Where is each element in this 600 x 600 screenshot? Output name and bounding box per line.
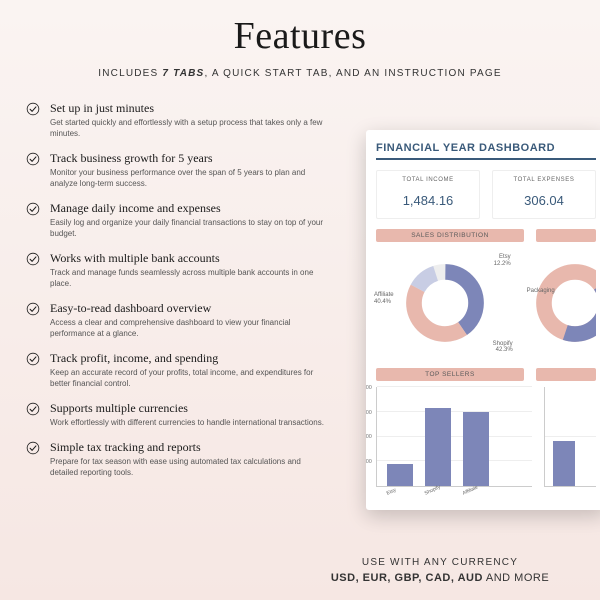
top-sellers-header: TOP SELLERS (376, 368, 524, 381)
list-item: Set up in just minutes Get started quick… (26, 101, 336, 140)
feature-desc: Work effortlessly with different currenc… (50, 418, 330, 429)
feature-title: Easy-to-read dashboard overview (50, 301, 336, 315)
metric-expenses: TOTAL EXPENSES 306.04 (492, 170, 596, 219)
list-item: Works with multiple bank accounts Track … (26, 251, 336, 290)
sales-distribution-header: SALES DISTRIBUTION (376, 229, 524, 242)
feature-desc: Monitor your business performance over t… (50, 168, 330, 190)
feature-title: Supports multiple currencies (50, 401, 336, 415)
feature-desc: Get started quickly and effortlessly wit… (50, 118, 330, 140)
dashboard-title: FINANCIAL YEAR DASHBOARD (376, 142, 596, 160)
check-icon (26, 441, 42, 455)
feature-desc: Access a clear and comprehensive dashboa… (50, 318, 330, 340)
feature-title: Track business growth for 5 years (50, 151, 336, 165)
feature-list: Set up in just minutes Get started quick… (26, 101, 336, 490)
feature-desc: Prepare for tax season with ease using a… (50, 457, 330, 479)
list-item: Simple tax tracking and reports Prepare … (26, 440, 336, 479)
list-item: Easy-to-read dashboard overview Access a… (26, 301, 336, 340)
check-icon (26, 352, 42, 366)
page-subtitle: INCLUDES 7 TABS, A QUICK START TAB, AND … (0, 68, 600, 79)
right-donut-chart: Packaging (527, 248, 596, 358)
feature-desc: Keep an accurate record of your profits,… (50, 368, 330, 390)
feature-desc: Track and manage funds seamlessly across… (50, 268, 330, 290)
check-icon (26, 102, 42, 116)
list-item: Manage daily income and expenses Easily … (26, 201, 336, 240)
page-title: Features (0, 0, 600, 58)
feature-title: Track profit, income, and spending (50, 351, 336, 365)
check-icon (26, 402, 42, 416)
feature-desc: Easily log and organize your daily finan… (50, 218, 330, 240)
check-icon (26, 152, 42, 166)
top-sellers-bar-chart: 800.00 600.00 400.00 200.00 Etsy Shopify… (376, 387, 532, 487)
list-item: Track business growth for 5 years Monito… (26, 151, 336, 190)
check-icon (26, 202, 42, 216)
feature-title: Works with multiple bank accounts (50, 251, 336, 265)
metric-income: TOTAL INCOME 1,484.16 (376, 170, 480, 219)
currency-footer: USE WITH ANY CURRENCY USD, EUR, GBP, CAD… (310, 557, 570, 584)
list-item: Track profit, income, and spending Keep … (26, 351, 336, 390)
right-bar-chart: 200.00 150.00 (544, 387, 597, 487)
check-icon (26, 252, 42, 266)
feature-title: Simple tax tracking and reports (50, 440, 336, 454)
list-item: Supports multiple currencies Work effort… (26, 401, 336, 429)
check-icon (26, 302, 42, 316)
feature-title: Manage daily income and expenses (50, 201, 336, 215)
dashboard-preview: FINANCIAL YEAR DASHBOARD TOTAL INCOME 1,… (366, 130, 600, 510)
feature-title: Set up in just minutes (50, 101, 336, 115)
sales-donut-chart: Affiliate 40.4% Etsy 12.2% Shopify 42.3% (376, 248, 515, 358)
